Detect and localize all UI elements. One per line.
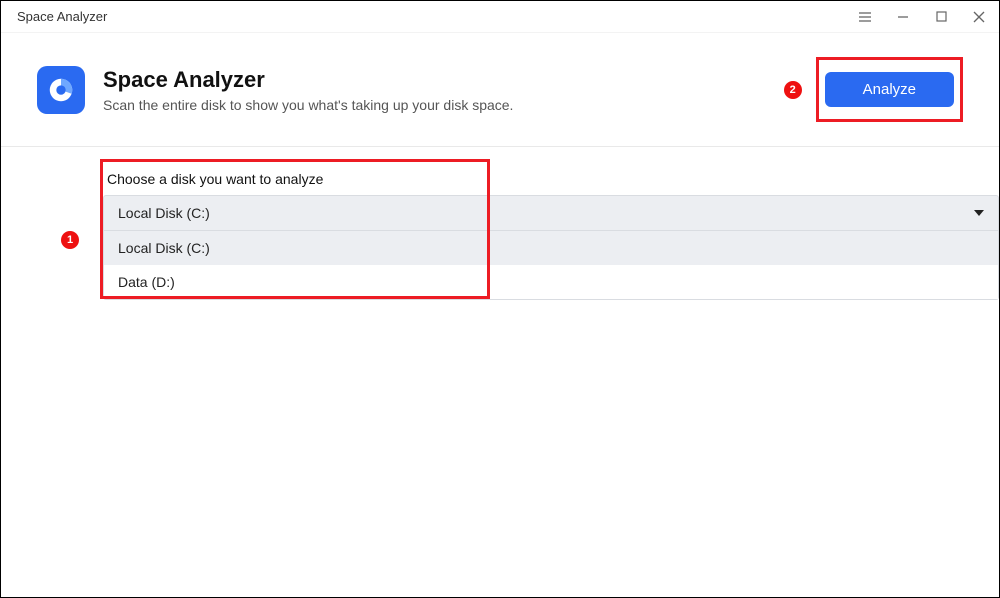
disk-dropdown: Local Disk (C:) Data (D:) [103,231,999,300]
minimize-icon[interactable] [893,7,913,27]
window-title: Space Analyzer [17,9,107,24]
window-controls [855,7,989,27]
callout-badge-1: 1 [61,231,79,249]
disk-option[interactable]: Local Disk (C:) [104,231,998,265]
analyze-button[interactable]: Analyze [825,72,954,107]
content-area: 1 Choose a disk you want to analyze Loca… [1,147,999,324]
disk-select-value: Local Disk (C:) [118,205,210,221]
callout-badge-2: 2 [784,81,802,99]
header-text: Space Analyzer Scan the entire disk to s… [103,67,513,113]
header: Space Analyzer Scan the entire disk to s… [1,33,999,147]
page-title: Space Analyzer [103,67,513,93]
page-subtitle: Scan the entire disk to show you what's … [103,97,513,113]
maximize-icon[interactable] [931,7,951,27]
close-icon[interactable] [969,7,989,27]
disk-option[interactable]: Data (D:) [104,265,998,299]
analyze-highlight: 2 Analyze [816,57,963,122]
titlebar: Space Analyzer [1,1,999,33]
menu-icon[interactable] [855,7,875,27]
chevron-down-icon [974,210,984,216]
disk-select-current[interactable]: Local Disk (C:) [103,195,999,231]
disk-selector: Local Disk (C:) Local Disk (C:) Data (D:… [103,195,999,300]
choose-disk-label: Choose a disk you want to analyze [107,171,963,187]
app-icon [37,66,85,114]
